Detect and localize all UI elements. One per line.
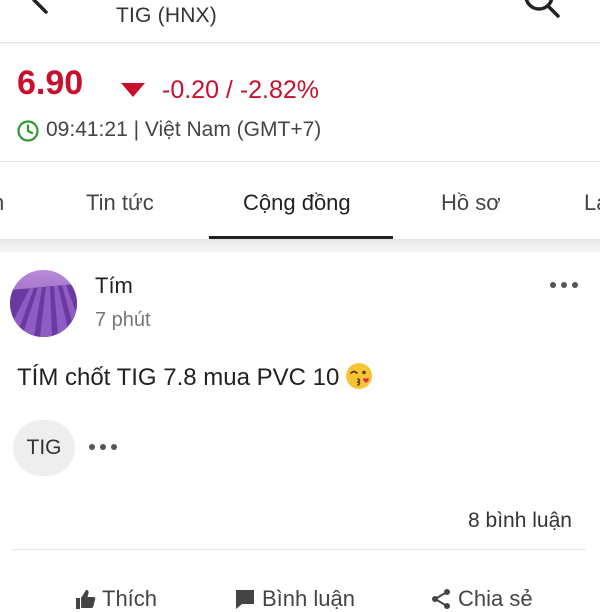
- like-button[interactable]: Thích: [74, 586, 157, 612]
- share-icon: [432, 589, 450, 609]
- comment-icon: [236, 590, 254, 609]
- comments-count[interactable]: 8 bình luận: [468, 509, 572, 533]
- quote-timestamp: 09:41:21 | Việt Nam (GMT+7): [46, 118, 322, 141]
- more-options-icon[interactable]: [548, 279, 580, 291]
- stock-tag-chip[interactable]: TIG: [13, 420, 75, 476]
- post-content: TÍM chốt TIG 7.8 mua PVC 10: [17, 362, 373, 392]
- price-change: -0.20 / -2.82%: [162, 76, 320, 104]
- top-bar: [0, 0, 600, 43]
- tab-community[interactable]: Cộng đồng: [243, 190, 351, 216]
- clock-icon: [17, 120, 39, 142]
- tab-profile[interactable]: Hồ sơ: [441, 190, 501, 216]
- tab-news[interactable]: Tin tức: [86, 190, 154, 216]
- avatar[interactable]: [10, 270, 77, 337]
- divider: [0, 161, 600, 162]
- back-arrow-icon[interactable]: [22, 0, 62, 14]
- share-label: Chia sẻ: [458, 586, 533, 611]
- section-spacer: [0, 240, 600, 252]
- post-text: TÍM chốt TIG 7.8 mua PVC 10: [17, 364, 340, 391]
- thumbs-up-icon: [76, 590, 96, 609]
- post-author[interactable]: Tím: [95, 273, 133, 299]
- comment-label: Bình luận: [262, 586, 355, 611]
- like-label: Thích: [102, 586, 158, 611]
- comment-button[interactable]: Bình luận: [234, 586, 355, 612]
- stock-price: 6.90: [17, 64, 84, 102]
- divider: [13, 549, 586, 550]
- post-time: 7 phút: [95, 309, 151, 331]
- kissing-face-emoji: [346, 363, 373, 389]
- tab-partial-right[interactable]: La: [584, 190, 600, 216]
- share-button[interactable]: Chia sẻ: [430, 586, 533, 612]
- page-title: TIG (HNX): [116, 4, 217, 27]
- more-dots-icon[interactable]: [88, 441, 118, 453]
- down-triangle-icon: [121, 83, 145, 97]
- search-icon[interactable]: [520, 0, 562, 18]
- lavender-field-image: [10, 270, 77, 337]
- tab-partial-left[interactable]: n: [0, 190, 4, 216]
